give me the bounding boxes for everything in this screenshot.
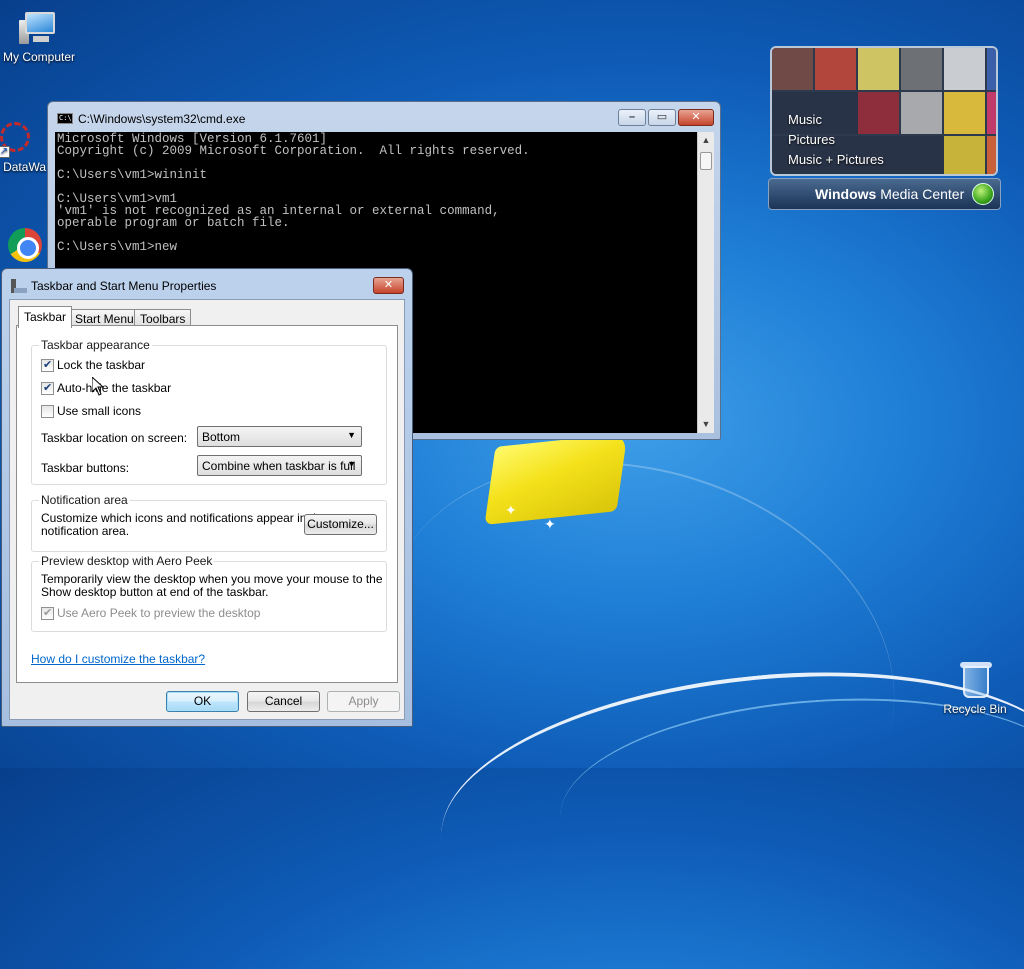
dialog-close-button[interactable]: ✕	[373, 277, 404, 294]
ok-button[interactable]: OK	[166, 691, 239, 712]
console-line: C:\Users\vm1>wininit	[57, 168, 208, 182]
desktop-icon-recycle-bin[interactable]: Recycle Bin	[933, 660, 1017, 716]
taskbar-tab-panel: Taskbar appearance Lock the taskbar Auto…	[16, 325, 398, 683]
desktop-icon-label: Recycle Bin	[943, 702, 1007, 716]
taskbar-appearance-group: Taskbar appearance Lock the taskbar Auto…	[31, 338, 387, 485]
checkbox-label: Use small icons	[57, 404, 142, 418]
media-center-gadget[interactable]: Music Pictures Music + Pictures Windows …	[768, 44, 1001, 210]
chevron-down-icon: ▼	[347, 430, 356, 440]
desktop-icon-my-computer[interactable]: My Computer	[0, 8, 81, 64]
checkbox-box	[41, 381, 54, 395]
notification-area-group: Notification area Customize which icons …	[31, 493, 387, 552]
group-legend: Notification area	[39, 493, 130, 507]
taskbar-location-select[interactable]: Bottom ▼	[197, 426, 362, 447]
media-menu: Music Pictures Music + Pictures	[788, 110, 884, 170]
media-center-brand-bar[interactable]: Windows Media Center	[768, 178, 1001, 210]
dialog-title: Taskbar and Start Menu Properties	[31, 279, 217, 293]
desktop-icon-datawatch[interactable]: ↗ DataWa	[0, 120, 48, 174]
media-menu-item-pictures[interactable]: Pictures	[788, 130, 884, 150]
scroll-thumb[interactable]	[700, 152, 712, 170]
datawatch-icon: ↗	[0, 120, 32, 158]
auto-hide-checkbox[interactable]: Auto-hide the taskbar	[41, 380, 171, 396]
media-menu-item-music-pictures[interactable]: Music + Pictures	[788, 150, 884, 170]
media-thumbnails[interactable]: Music Pictures Music + Pictures	[770, 46, 998, 176]
checkbox-label: Use Aero Peek to preview the desktop	[57, 606, 261, 620]
notification-description: Customize which icons and notifications …	[41, 512, 327, 538]
aero-peek-checkbox[interactable]: Use Aero Peek to preview the desktop	[41, 605, 260, 621]
computer-icon	[17, 8, 61, 48]
windows-logo-icon	[972, 183, 994, 205]
console-line: Copyright (c) 2009 Microsoft Corporation…	[57, 144, 530, 158]
cancel-button[interactable]: Cancel	[247, 691, 320, 712]
lock-taskbar-checkbox[interactable]: Lock the taskbar	[41, 357, 145, 373]
taskbar-properties-dialog[interactable]: Taskbar and Start Menu Properties ✕ Task…	[1, 268, 413, 727]
checkbox-box	[41, 404, 54, 418]
mouse-cursor-icon	[91, 375, 105, 399]
select-value: Bottom	[202, 430, 241, 444]
taskbar-buttons-label: Taskbar buttons:	[41, 461, 130, 475]
group-legend: Preview desktop with Aero Peek	[39, 554, 215, 568]
checkbox-box	[41, 358, 54, 372]
small-icons-checkbox[interactable]: Use small icons	[41, 403, 141, 419]
customize-button[interactable]: Customize...	[304, 514, 377, 535]
close-button[interactable]: ✕	[678, 109, 714, 126]
console-line: C:\Users\vm1>new	[57, 240, 178, 254]
maximize-button[interactable]: ▭	[648, 109, 676, 126]
description-line: Show desktop button at end of the taskba…	[41, 585, 269, 599]
dialog-body: Taskbar Start Menu Toolbars Taskbar appe…	[9, 299, 405, 720]
close-icon: ✕	[383, 279, 394, 291]
minimize-icon: –	[628, 111, 636, 123]
minimize-button[interactable]: –	[618, 109, 646, 126]
aero-peek-description: Temporarily view the desktop when you mo…	[41, 573, 383, 599]
recycle-bin-icon	[957, 660, 993, 700]
checkbox-label: Lock the taskbar	[57, 358, 146, 372]
media-menu-item-music[interactable]: Music	[788, 110, 884, 130]
group-legend: Taskbar appearance	[39, 338, 152, 352]
description-line: notification area.	[41, 524, 130, 538]
console-line: operable program or batch file.	[57, 216, 290, 230]
taskbar-properties-icon	[11, 279, 27, 293]
help-link[interactable]: How do I customize the taskbar?	[31, 652, 205, 666]
cmd-icon: C:\	[57, 113, 73, 124]
checkbox-box	[41, 606, 54, 620]
wallpaper-sparkle: ✦	[505, 502, 517, 518]
chevron-down-icon: ▼	[347, 459, 356, 469]
console-scrollbar[interactable]: ▲ ▼	[697, 132, 714, 433]
location-label: Taskbar location on screen:	[41, 431, 188, 445]
desktop-icon-label: DataWa	[3, 160, 46, 174]
brand-rest: Media Center	[876, 186, 965, 202]
cmd-title: C:\Windows\system32\cmd.exe	[78, 112, 246, 126]
scroll-down-arrow-icon[interactable]: ▼	[698, 416, 714, 433]
chrome-icon	[8, 228, 42, 262]
select-value: Combine when taskbar is full	[202, 459, 356, 473]
wallpaper-sparkle: ✦	[544, 516, 556, 532]
tab-taskbar[interactable]: Taskbar	[18, 306, 73, 328]
scroll-up-arrow-icon[interactable]: ▲	[698, 132, 714, 149]
aero-peek-group: Preview desktop with Aero Peek Temporari…	[31, 554, 387, 632]
apply-button[interactable]: Apply	[327, 691, 400, 712]
dialog-titlebar[interactable]: Taskbar and Start Menu Properties ✕	[2, 269, 412, 299]
taskbar-buttons-select[interactable]: Combine when taskbar is full ▼	[197, 455, 362, 476]
checkbox-label: Auto-hide the taskbar	[57, 381, 172, 395]
maximize-icon: ▭	[656, 111, 668, 123]
cmd-titlebar[interactable]: C:\ C:\Windows\system32\cmd.exe – ▭ ✕	[48, 102, 720, 132]
close-icon: ✕	[691, 111, 701, 123]
brand-bold: Windows	[815, 186, 877, 202]
desktop-icon-label: My Computer	[2, 50, 76, 64]
